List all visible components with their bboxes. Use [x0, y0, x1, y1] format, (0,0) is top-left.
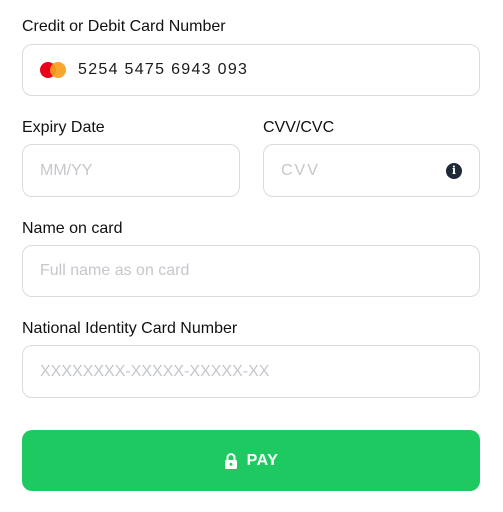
- card-number-field[interactable]: [22, 44, 480, 96]
- name-on-card-field[interactable]: [22, 245, 480, 297]
- national-id-input[interactable]: [40, 346, 479, 397]
- pay-button-label: PAY: [246, 451, 279, 469]
- national-id-field[interactable]: [22, 345, 480, 398]
- name-on-card-input[interactable]: [40, 246, 479, 296]
- expiry-date-field[interactable]: [22, 144, 240, 197]
- pay-button[interactable]: PAY: [22, 430, 480, 491]
- cvv-input[interactable]: [281, 145, 446, 196]
- expiry-date-input[interactable]: [40, 145, 239, 196]
- info-icon[interactable]: i: [446, 162, 462, 179]
- card-number-input[interactable]: [78, 45, 479, 95]
- mastercard-icon: [40, 62, 66, 78]
- national-id-label: National Identity Card Number: [22, 320, 238, 337]
- lock-icon: [224, 452, 237, 469]
- expiry-date-label: Expiry Date: [22, 119, 105, 136]
- name-on-card-label: Name on card: [22, 220, 123, 237]
- card-number-label: Credit or Debit Card Number: [22, 18, 226, 35]
- cvv-label: CVV/CVC: [263, 119, 335, 136]
- cvv-field[interactable]: i: [263, 144, 480, 197]
